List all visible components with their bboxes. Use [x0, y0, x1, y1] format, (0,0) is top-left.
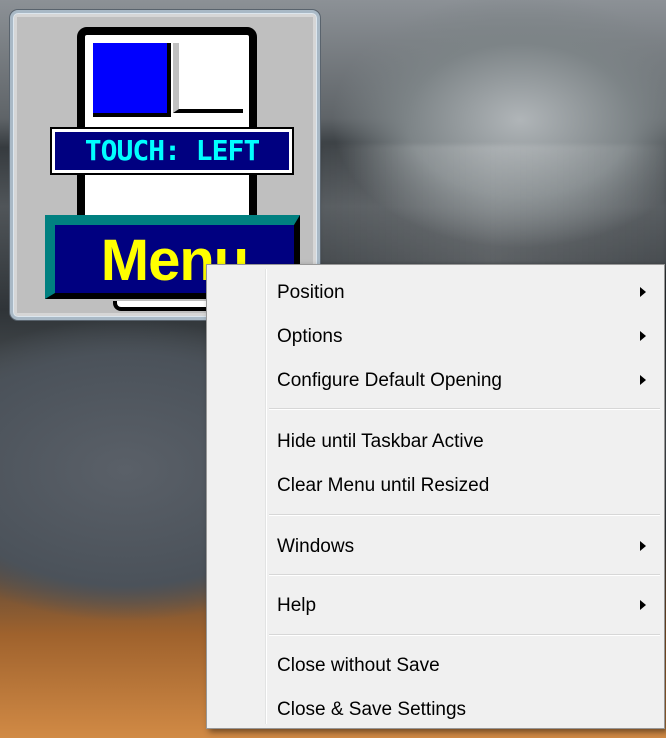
menu-item-label: Help: [277, 595, 317, 616]
chevron-right-icon: [640, 287, 646, 297]
menu-item-help[interactable]: Help: [210, 583, 661, 627]
chevron-right-icon: [640, 600, 646, 610]
menu-item-close-without-save[interactable]: Close without Save: [210, 643, 661, 687]
menu-item-windows[interactable]: Windows: [210, 524, 661, 568]
menu-separator: [269, 574, 660, 575]
menu-item-label: Hide until Taskbar Active: [277, 431, 484, 452]
blue-indicator-block: [93, 43, 171, 117]
menu-item-label: Clear Menu until Resized: [277, 475, 490, 496]
menu-item-hide-until-taskbar-active[interactable]: Hide until Taskbar Active: [210, 419, 661, 463]
menu-item-label: Windows: [277, 536, 355, 557]
menu-separator: [269, 408, 660, 409]
menu-item-label: Position: [277, 282, 345, 303]
menu-item-options[interactable]: Options: [210, 314, 661, 358]
menu-item-configure-default-opening[interactable]: Configure Default Opening: [210, 358, 661, 402]
menu-item-position[interactable]: Position: [210, 270, 661, 314]
menu-item-label: Configure Default Opening: [277, 370, 502, 391]
menu-item-close-and-save-settings[interactable]: Close & Save Settings: [210, 687, 661, 731]
menu-separator: [269, 514, 660, 515]
context-menu: Position Options Configure Default Openi…: [206, 264, 665, 729]
lake-reflection: [320, 145, 666, 265]
chevron-right-icon: [640, 541, 646, 551]
menu-item-label: Close & Save Settings: [277, 699, 467, 720]
white-indicator-block: [173, 43, 243, 113]
touch-status-label: TOUCH: LEFT: [52, 129, 292, 173]
menu-item-clear-menu-until-resized[interactable]: Clear Menu until Resized: [210, 463, 661, 507]
menu-item-label: Close without Save: [277, 655, 440, 676]
chevron-right-icon: [640, 375, 646, 385]
chevron-right-icon: [640, 331, 646, 341]
menu-item-label: Options: [277, 326, 343, 347]
menu-separator: [269, 634, 660, 635]
